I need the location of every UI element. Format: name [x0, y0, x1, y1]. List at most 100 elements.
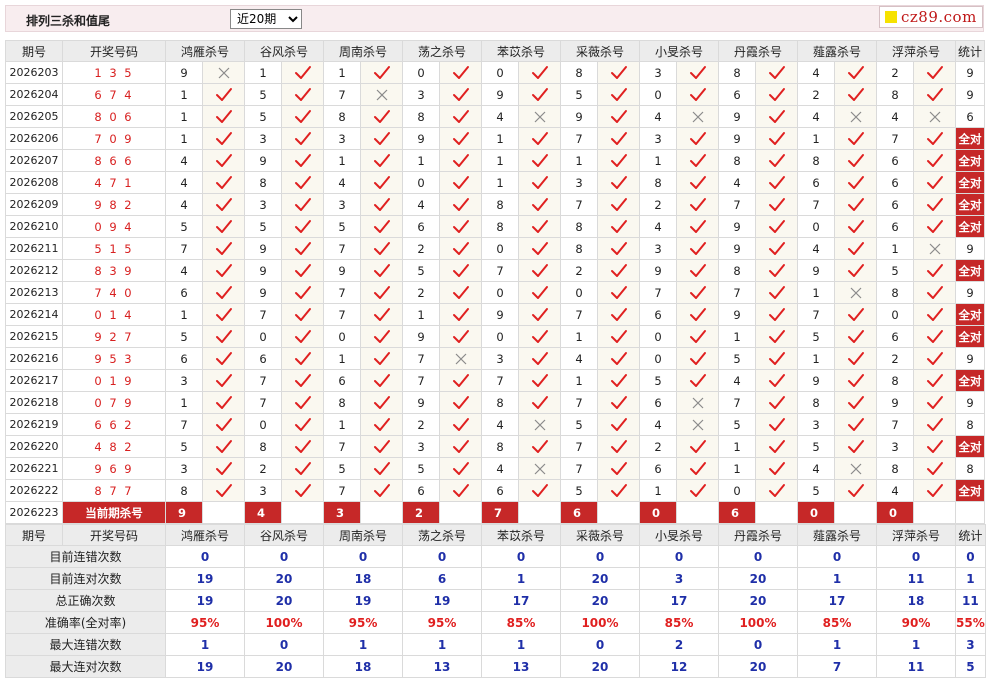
result-mark-cell — [913, 215, 956, 238]
check-icon — [768, 440, 785, 453]
site-logo[interactable]: cz89.com — [879, 6, 983, 28]
result-mark-cell — [518, 127, 561, 150]
result-mark-cell — [676, 61, 719, 84]
result-mark-cell — [518, 391, 561, 414]
stats-value: 100% — [560, 611, 640, 634]
stats-value: 18 — [876, 589, 956, 612]
kill-number-cell: 4 — [323, 171, 361, 194]
stats-value: 13 — [481, 655, 561, 678]
kill-number-cell: 5 — [165, 325, 203, 348]
kill-number-cell: 9 — [718, 303, 756, 326]
current-empty-cell — [913, 501, 956, 524]
check-icon — [610, 396, 627, 409]
kill-number-cell: 1 — [560, 325, 598, 348]
check-icon — [926, 374, 943, 387]
check-icon — [531, 66, 548, 79]
check-icon — [689, 66, 706, 79]
result-mark-cell — [597, 237, 640, 260]
kill-number-cell: 1 — [560, 149, 598, 172]
check-icon — [610, 484, 627, 497]
kill-number-cell: 1 — [323, 149, 361, 172]
kill-number-cell: 4 — [797, 237, 835, 260]
check-icon — [452, 66, 469, 79]
check-icon — [610, 308, 627, 321]
kill-number-cell: 1 — [244, 61, 282, 84]
kill-number-cell: 6 — [876, 193, 914, 216]
period-cell: 2026216 — [5, 347, 63, 370]
current-empty-cell — [360, 501, 403, 524]
period-cell: 2026203 — [5, 61, 63, 84]
check-icon — [373, 462, 390, 475]
current-kill-value: 7 — [481, 501, 519, 524]
check-icon — [452, 264, 469, 277]
period-select[interactable]: 近20期 — [230, 9, 302, 29]
check-icon — [926, 88, 943, 101]
stats-total-value: 1 — [955, 567, 986, 590]
cross-icon — [692, 111, 703, 122]
stats-value: 85% — [797, 611, 877, 634]
result-mark-cell — [834, 171, 877, 194]
kill-number-cell: 9 — [718, 105, 756, 128]
result-mark-cell — [755, 259, 798, 282]
check-icon — [452, 198, 469, 211]
check-icon — [373, 242, 390, 255]
result-mark-cell — [913, 281, 956, 304]
table-row: 2026218 0 7 91 7 8 9 8 7 6 7 8 9 9 — [5, 391, 985, 414]
check-icon — [610, 110, 627, 123]
result-mark-cell — [281, 391, 324, 414]
stats-value: 20 — [718, 589, 798, 612]
cross-icon — [692, 397, 703, 408]
result-mark-cell — [281, 281, 324, 304]
check-icon — [373, 330, 390, 343]
result-mark-cell — [360, 127, 403, 150]
kill-number-cell: 4 — [481, 413, 519, 436]
col-header-killer: 鸿雁杀号 — [165, 40, 245, 62]
result-mark-cell — [439, 347, 482, 370]
result-mark-cell — [755, 281, 798, 304]
current-empty-cell — [518, 501, 561, 524]
kill-number-cell: 7 — [323, 479, 361, 502]
result-mark-cell — [913, 259, 956, 282]
result-mark-cell — [202, 325, 245, 348]
kill-number-cell: 9 — [402, 391, 440, 414]
kill-number-cell: 6 — [639, 457, 677, 480]
total-cell: 8 — [955, 413, 985, 436]
cross-icon — [218, 67, 229, 78]
kill-number-cell: 7 — [718, 391, 756, 414]
result-mark-cell — [360, 303, 403, 326]
result-mark-cell — [518, 435, 561, 458]
col-header-killer: 荡之杀号 — [402, 40, 482, 62]
check-icon — [926, 198, 943, 211]
result-mark-cell — [597, 325, 640, 348]
check-icon — [689, 132, 706, 145]
table-row: 2026216 9 5 366173405129 — [5, 347, 985, 370]
stats-header-killer: 小旻杀号 — [639, 524, 719, 546]
stats-header-numbers: 开奖号码 — [62, 524, 166, 546]
col-header-killer: 小旻杀号 — [639, 40, 719, 62]
result-mark-cell — [755, 435, 798, 458]
check-icon — [215, 286, 232, 299]
check-icon — [215, 330, 232, 343]
check-icon — [768, 484, 785, 497]
stats-header-row: 期号 开奖号码 鸿雁杀号 谷风杀号 周南杀号 荡之杀号 苯苡杀号 采薇杀号 小旻杀号 丹霞杀号 薤露… — [5, 524, 986, 546]
check-icon — [373, 352, 390, 365]
check-icon — [452, 176, 469, 189]
kill-number-cell: 7 — [876, 127, 914, 150]
result-mark-cell — [676, 105, 719, 128]
kill-number-cell: 9 — [560, 105, 598, 128]
result-mark-cell — [518, 259, 561, 282]
check-icon — [215, 264, 232, 277]
stats-value: 20 — [244, 655, 324, 678]
check-icon — [610, 264, 627, 277]
check-icon — [689, 154, 706, 167]
stats-value: 100% — [244, 611, 324, 634]
stats-value: 0 — [323, 545, 403, 568]
stats-value: 11 — [876, 567, 956, 590]
kill-number-cell: 0 — [481, 325, 519, 348]
kill-number-cell: 5 — [718, 413, 756, 436]
kill-number-cell: 5 — [165, 215, 203, 238]
check-icon — [452, 440, 469, 453]
current-total-cell — [955, 501, 985, 524]
check-icon — [610, 242, 627, 255]
result-mark-cell — [676, 435, 719, 458]
